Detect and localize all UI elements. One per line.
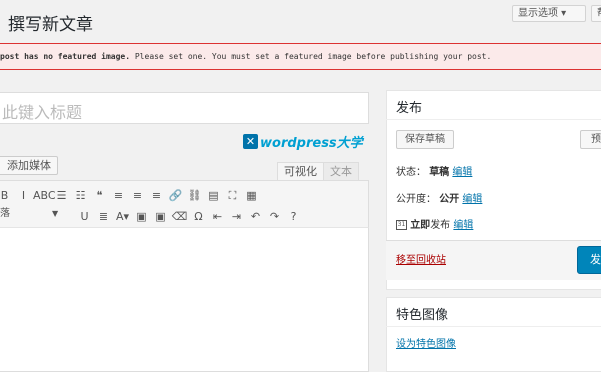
toolbar-button-icon[interactable]: ☰ [52,189,71,202]
notice-bold: post has no featured image. [0,52,131,61]
notice-text: post has no featured image. Please set o… [0,52,491,61]
toolbar-button-icon[interactable]: ≡ [128,189,147,202]
publish-when-label: 发布 [430,220,451,231]
calendar-icon: 31 [396,220,407,230]
toolbar-button-icon[interactable]: ↷ [265,210,284,223]
publish-box-header[interactable]: 发布 [386,90,601,120]
logo-mark-icon: ✕ [243,134,258,149]
toolbar-button-icon[interactable]: ☷ [71,189,90,202]
toolbar-button-icon[interactable]: ABC [33,189,56,202]
visibility-label: 公开度： [396,194,436,205]
toolbar-button-icon[interactable]: A▾ [113,210,132,223]
preview-button[interactable]: 预览 [580,130,601,149]
toolbar-button-icon[interactable]: ? [284,210,303,223]
toolbar-button-icon[interactable]: I [14,189,33,202]
toolbar-button-icon[interactable]: B [0,189,14,202]
tab-visual[interactable]: 可视化 [277,162,324,181]
help-button[interactable]: 帮助 [591,5,601,22]
toolbar-button-icon[interactable]: Ω [189,210,208,223]
tab-text[interactable]: 文本 [323,162,359,181]
chevron-down-icon: ▼ [52,209,59,218]
visibility-row: 公开度： 公开 编辑 [396,190,482,205]
toolbar-button-icon[interactable]: ⛓ [185,189,204,202]
toolbar-button-icon[interactable]: U [75,210,94,223]
featured-image-header[interactable]: 特色图像 [386,297,601,327]
toolbar-button-icon[interactable]: ⌫ [170,210,189,223]
toolbar-button-icon[interactable]: ▤ [204,189,223,202]
toolbar-row-1: B I ABC☰ ☷ ❝ ≡ ≡ ≡ 🔗 ⛓ ▤ ⛶ ▦ [0,184,261,204]
toolbar-button-icon[interactable]: 🔗 [166,189,185,202]
publish-box-title: 发布 [396,101,423,116]
toolbar-button-icon[interactable]: ≡ [109,189,128,202]
save-draft-button[interactable]: 保存草稿 [396,130,454,149]
toolbar-button-icon[interactable]: ↶ [246,210,265,223]
wordpress-daxue-logo: ✕ wordpress大学 [243,131,363,151]
format-select[interactable]: 落 ▼ [0,206,62,222]
set-featured-image-link[interactable]: 设为特色图像 [396,335,456,350]
status-value: 草稿 [429,167,450,178]
status-row: 状态： 草稿 编辑 [396,163,472,178]
visibility-edit-link[interactable]: 编辑 [462,194,482,205]
status-label: 状态： [396,167,426,178]
toolbar-button-icon[interactable]: ⇤ [208,210,227,223]
publish-when: 立即 [410,220,431,231]
move-to-trash-link[interactable]: 移至回收站 [396,251,446,266]
publish-button[interactable]: 发布 [577,246,601,274]
title-placeholder: 此键入标题 [2,103,83,122]
toolbar-button-icon[interactable]: ⛶ [223,189,242,203]
featured-image-title: 特色图像 [396,308,449,323]
toolbar-button-icon[interactable]: ≡ [147,189,166,202]
toolbar-button-icon[interactable]: ▣ [132,210,151,223]
toolbar-row-2: U ≣ A▾ ▣ ▣ ⌫ Ω ⇤ ⇥ ↶ ↷? [75,205,303,225]
logo-text: wordpress大学 [260,136,363,151]
notice-message: Please set one. You must set a featured … [130,52,492,61]
toolbar-button-icon[interactable]: ▣ [151,210,170,223]
page-title: 撰写新文章 [8,15,93,35]
add-media-button[interactable]: 添加媒体 [0,156,58,175]
toolbar-button-icon[interactable]: ▦ [242,189,261,202]
visibility-value: 公开 [439,194,460,205]
schedule-row: 31 立即发布 编辑 [396,216,473,231]
status-edit-link[interactable]: 编辑 [452,167,472,178]
screen-options-button[interactable]: 显示选项 ▾ [512,5,586,22]
format-select-value: 落 [0,208,10,219]
toolbar-button-icon[interactable]: ⇥ [227,210,246,223]
toolbar-button-icon[interactable]: ❝ [90,189,109,202]
schedule-edit-link[interactable]: 编辑 [453,220,473,231]
toolbar-button-icon[interactable]: ≣ [94,210,113,223]
